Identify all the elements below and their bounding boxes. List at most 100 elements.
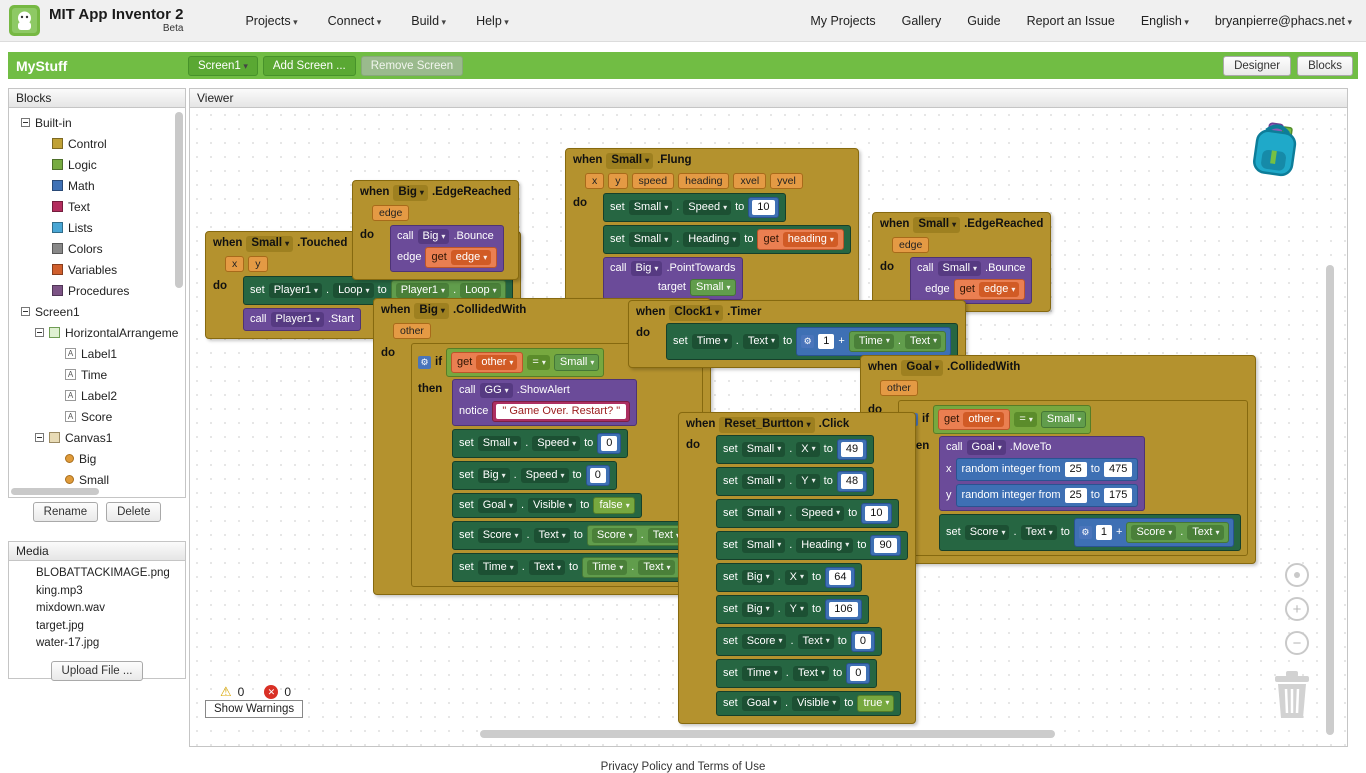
link-my-projects[interactable]: My Projects	[810, 14, 875, 28]
property-dropdown[interactable]: Y	[785, 602, 808, 617]
number-block[interactable]: 0	[586, 465, 610, 486]
call-block[interactable]: call Small .Bounce edge get edge	[910, 257, 1032, 304]
component-dropdown[interactable]: Big	[742, 602, 774, 617]
component-dropdown[interactable]: Small	[913, 217, 960, 233]
menu-build[interactable]: Build	[411, 14, 446, 28]
param-chip-other[interactable]: other	[393, 323, 431, 340]
param-chip-edge[interactable]: edge	[372, 205, 409, 222]
number-field[interactable]: 0	[855, 634, 871, 649]
property-dropdown[interactable]: Text	[638, 560, 674, 575]
variable-dropdown[interactable]: other	[476, 355, 517, 370]
set-block[interactable]: set Small . Speed to 0	[452, 429, 628, 458]
component-block[interactable]: Small	[554, 354, 600, 371]
tree-node-horizontal-arrangement[interactable]: HorizontalArrangeme	[9, 322, 185, 343]
param-chip-speed[interactable]: speed	[632, 173, 675, 190]
operator-dropdown[interactable]: =	[527, 355, 549, 370]
tree-horizontal-scrollbar[interactable]	[11, 488, 99, 495]
link-gallery[interactable]: Gallery	[902, 14, 942, 28]
get-block[interactable]: get other	[451, 352, 523, 373]
component-dropdown[interactable]: Big	[742, 570, 774, 585]
if-block[interactable]: ⚙ if get other = Small then	[898, 400, 1248, 556]
set-block[interactable]: set Small . X to 49	[716, 435, 874, 464]
text-string-block[interactable]: " Game Over. Restart? "	[492, 401, 630, 422]
media-file[interactable]: mixdown.wav	[9, 602, 185, 620]
number-field[interactable]: 106	[829, 602, 857, 617]
menu-help[interactable]: Help	[476, 14, 509, 28]
mutator-gear-icon[interactable]: ⚙	[418, 356, 431, 369]
property-dropdown[interactable]: Y	[796, 474, 819, 489]
collapse-icon[interactable]	[35, 433, 44, 442]
set-block[interactable]: set Big . Speed to 0	[452, 461, 617, 490]
param-chip-other[interactable]: other	[880, 380, 918, 397]
component-dropdown[interactable]: GG	[480, 383, 513, 398]
property-getter-block[interactable]: Score . Text	[1126, 522, 1228, 543]
set-block[interactable]: set Time . Text to ⚙ 1 + Time . Te	[666, 323, 958, 360]
param-chip-x[interactable]: x	[225, 256, 244, 273]
zoom-out-button[interactable]: −	[1285, 631, 1309, 655]
blocks-workspace[interactable]: when Small .Touched x y do set Player1 .…	[189, 108, 1348, 747]
logic-equals-block[interactable]: get other = Small	[446, 348, 604, 377]
component-dropdown[interactable]: Big	[414, 303, 449, 319]
component-dropdown[interactable]: Goal	[901, 360, 943, 376]
tree-node-label2[interactable]: ALabel2	[9, 385, 185, 406]
number-field[interactable]: 175	[1104, 488, 1132, 503]
when-big-edgereached-block[interactable]: when Big .EdgeReached edge do call Big .…	[352, 180, 519, 280]
tree-node-builtin[interactable]: Built-in	[9, 112, 185, 133]
random-integer-block[interactable]: random integer from 25 to 475	[956, 458, 1139, 481]
tree-node-logic[interactable]: Logic	[9, 154, 185, 175]
component-dropdown[interactable]: Score	[592, 528, 637, 543]
number-field[interactable]: 49	[841, 442, 863, 457]
component-dropdown[interactable]: Small	[629, 232, 673, 247]
blocks-button[interactable]: Blocks	[1297, 56, 1353, 76]
number-field[interactable]: 1	[818, 334, 834, 349]
mutator-gear-icon[interactable]: ⚙	[801, 335, 814, 348]
collapse-icon[interactable]	[21, 118, 30, 127]
property-getter-block[interactable]: Time . Text	[849, 331, 946, 352]
number-block[interactable]: 0	[851, 631, 875, 652]
property-dropdown[interactable]: Visible	[792, 696, 840, 711]
media-file[interactable]: target.jpg	[9, 620, 185, 638]
tree-node-variables[interactable]: Variables	[9, 259, 185, 280]
number-block[interactable]: 10	[748, 197, 778, 218]
tree-node-canvas1[interactable]: Canvas1	[9, 427, 185, 448]
property-dropdown[interactable]: X	[796, 442, 819, 457]
number-block[interactable]: 48	[837, 471, 867, 492]
tree-node-control[interactable]: Control	[9, 133, 185, 154]
component-dropdown[interactable]: Goal	[742, 696, 781, 711]
tree-node-score[interactable]: AScore	[9, 406, 185, 427]
number-field[interactable]: 475	[1104, 462, 1132, 477]
param-chip-yvel[interactable]: yvel	[770, 173, 803, 190]
logic-equals-block[interactable]: get other = Small	[933, 405, 1091, 434]
component-dropdown[interactable]: Small	[629, 200, 673, 215]
number-block[interactable]: 106	[825, 599, 861, 620]
call-block[interactable]: call Big .PointTowards target Small	[603, 257, 743, 300]
property-dropdown[interactable]: Heading	[796, 538, 853, 553]
component-dropdown[interactable]: Time	[854, 334, 894, 349]
component-dropdown[interactable]: Clock1	[669, 305, 723, 321]
collapse-icon[interactable]	[35, 328, 44, 337]
menu-connect[interactable]: Connect	[328, 14, 382, 28]
set-block[interactable]: set Big . Y to 106	[716, 595, 869, 624]
set-block[interactable]: set Time . Text to 0	[716, 659, 877, 688]
number-block[interactable]: 0	[846, 663, 870, 684]
workspace-horizontal-scrollbar[interactable]	[480, 730, 1055, 738]
media-file[interactable]: water-17.jpg	[9, 637, 185, 655]
component-dropdown[interactable]: Time	[478, 560, 518, 575]
tree-node-text[interactable]: Text	[9, 196, 185, 217]
media-file[interactable]: king.mp3	[9, 585, 185, 603]
tree-node-procedures[interactable]: Procedures	[9, 280, 185, 301]
footer-links[interactable]: Privacy Policy and Terms of Use	[0, 761, 1366, 773]
param-chip-x[interactable]: x	[585, 173, 604, 190]
property-dropdown[interactable]: Speed	[683, 200, 731, 215]
property-dropdown[interactable]: Text	[798, 634, 834, 649]
property-dropdown[interactable]: Text	[534, 528, 570, 543]
number-field[interactable]: 90	[874, 538, 896, 553]
tree-node-math[interactable]: Math	[9, 175, 185, 196]
set-block[interactable]: set Score . Text to ⚙ 1 +	[939, 514, 1241, 551]
set-block[interactable]: set Small . Heading to get heading	[603, 225, 851, 254]
property-dropdown[interactable]: X	[785, 570, 808, 585]
property-dropdown[interactable]: Text	[1187, 525, 1223, 540]
component-dropdown[interactable]: Goal	[967, 440, 1006, 455]
component-dropdown[interactable]: Player1	[271, 312, 324, 327]
property-dropdown[interactable]: Heading	[683, 232, 740, 247]
